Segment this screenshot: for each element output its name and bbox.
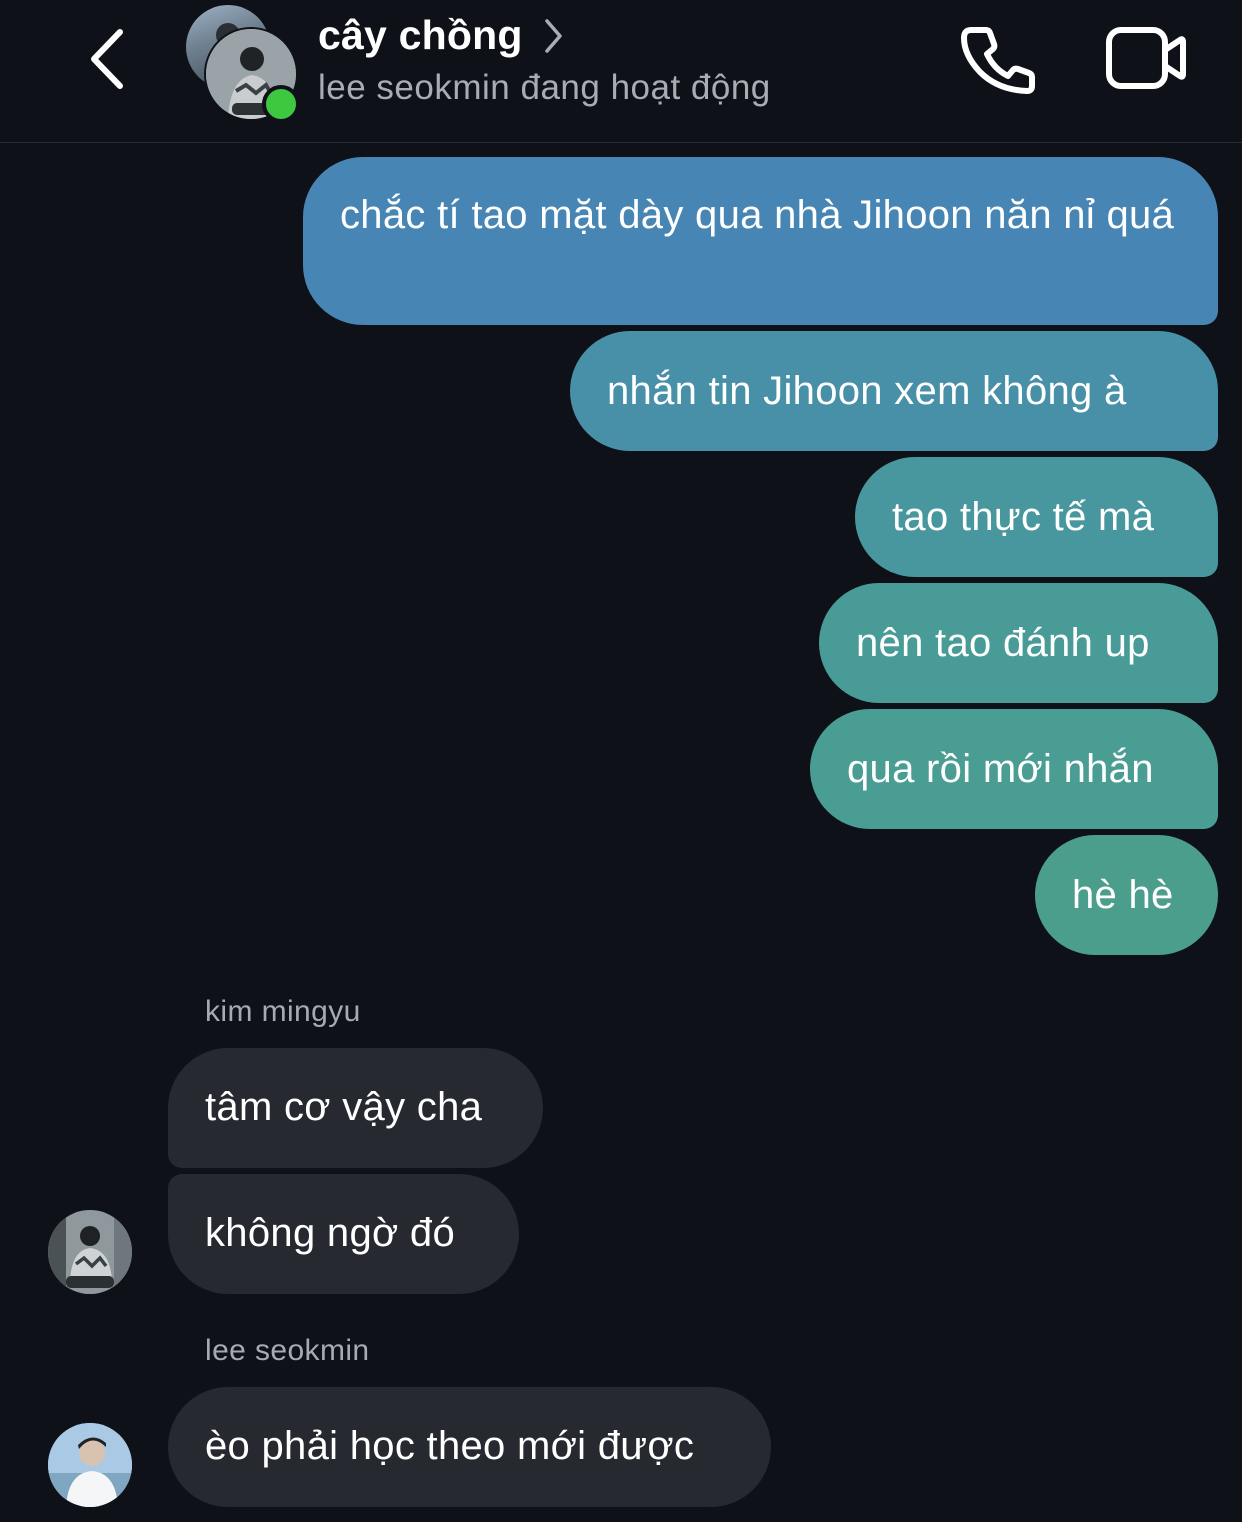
chat-title-button[interactable]: cây chồng [318,12,563,59]
chevron-right-icon [545,19,562,53]
sent-message-bubble[interactable]: tao thực tế mà [855,457,1218,577]
received-message-bubble[interactable]: èo phải học theo mới được [168,1387,771,1507]
video-camera-icon [1106,27,1186,89]
sent-message-bubble[interactable]: chắc tí tao mặt dày qua nhà Jihoon năn n… [303,157,1218,325]
sender-avatar[interactable] [48,1210,132,1294]
sent-message-bubble[interactable]: qua rồi mới nhắn [810,709,1218,829]
back-arrow-icon [91,29,123,89]
chat-title: cây chồng [318,12,523,58]
video-call-button[interactable] [1104,24,1188,94]
sender-name: kim mingyu [205,995,361,1028]
chat-screen: cây chồng lee seokmin đang hoạt động chắ… [0,0,1242,1522]
voice-call-button[interactable] [958,24,1038,96]
active-status: lee seokmin đang hoạt động [318,68,771,107]
sender-name: lee seokmin [205,1334,370,1367]
chat-header: cây chồng lee seokmin đang hoạt động [0,0,1242,143]
sender-avatar[interactable] [48,1423,132,1507]
online-status-dot [262,85,300,123]
group-avatar[interactable] [186,5,300,123]
phone-icon [961,27,1035,94]
back-button[interactable] [84,26,134,92]
sent-message-bubble[interactable]: nhắn tin Jihoon xem không à [570,331,1218,451]
sent-message-bubble[interactable]: nên tao đánh up [819,583,1218,703]
received-message-bubble[interactable]: tâm cơ vậy cha [168,1048,543,1168]
sent-message-bubble[interactable]: hè hè [1035,835,1218,955]
received-message-bubble[interactable]: không ngờ đó [168,1174,519,1294]
